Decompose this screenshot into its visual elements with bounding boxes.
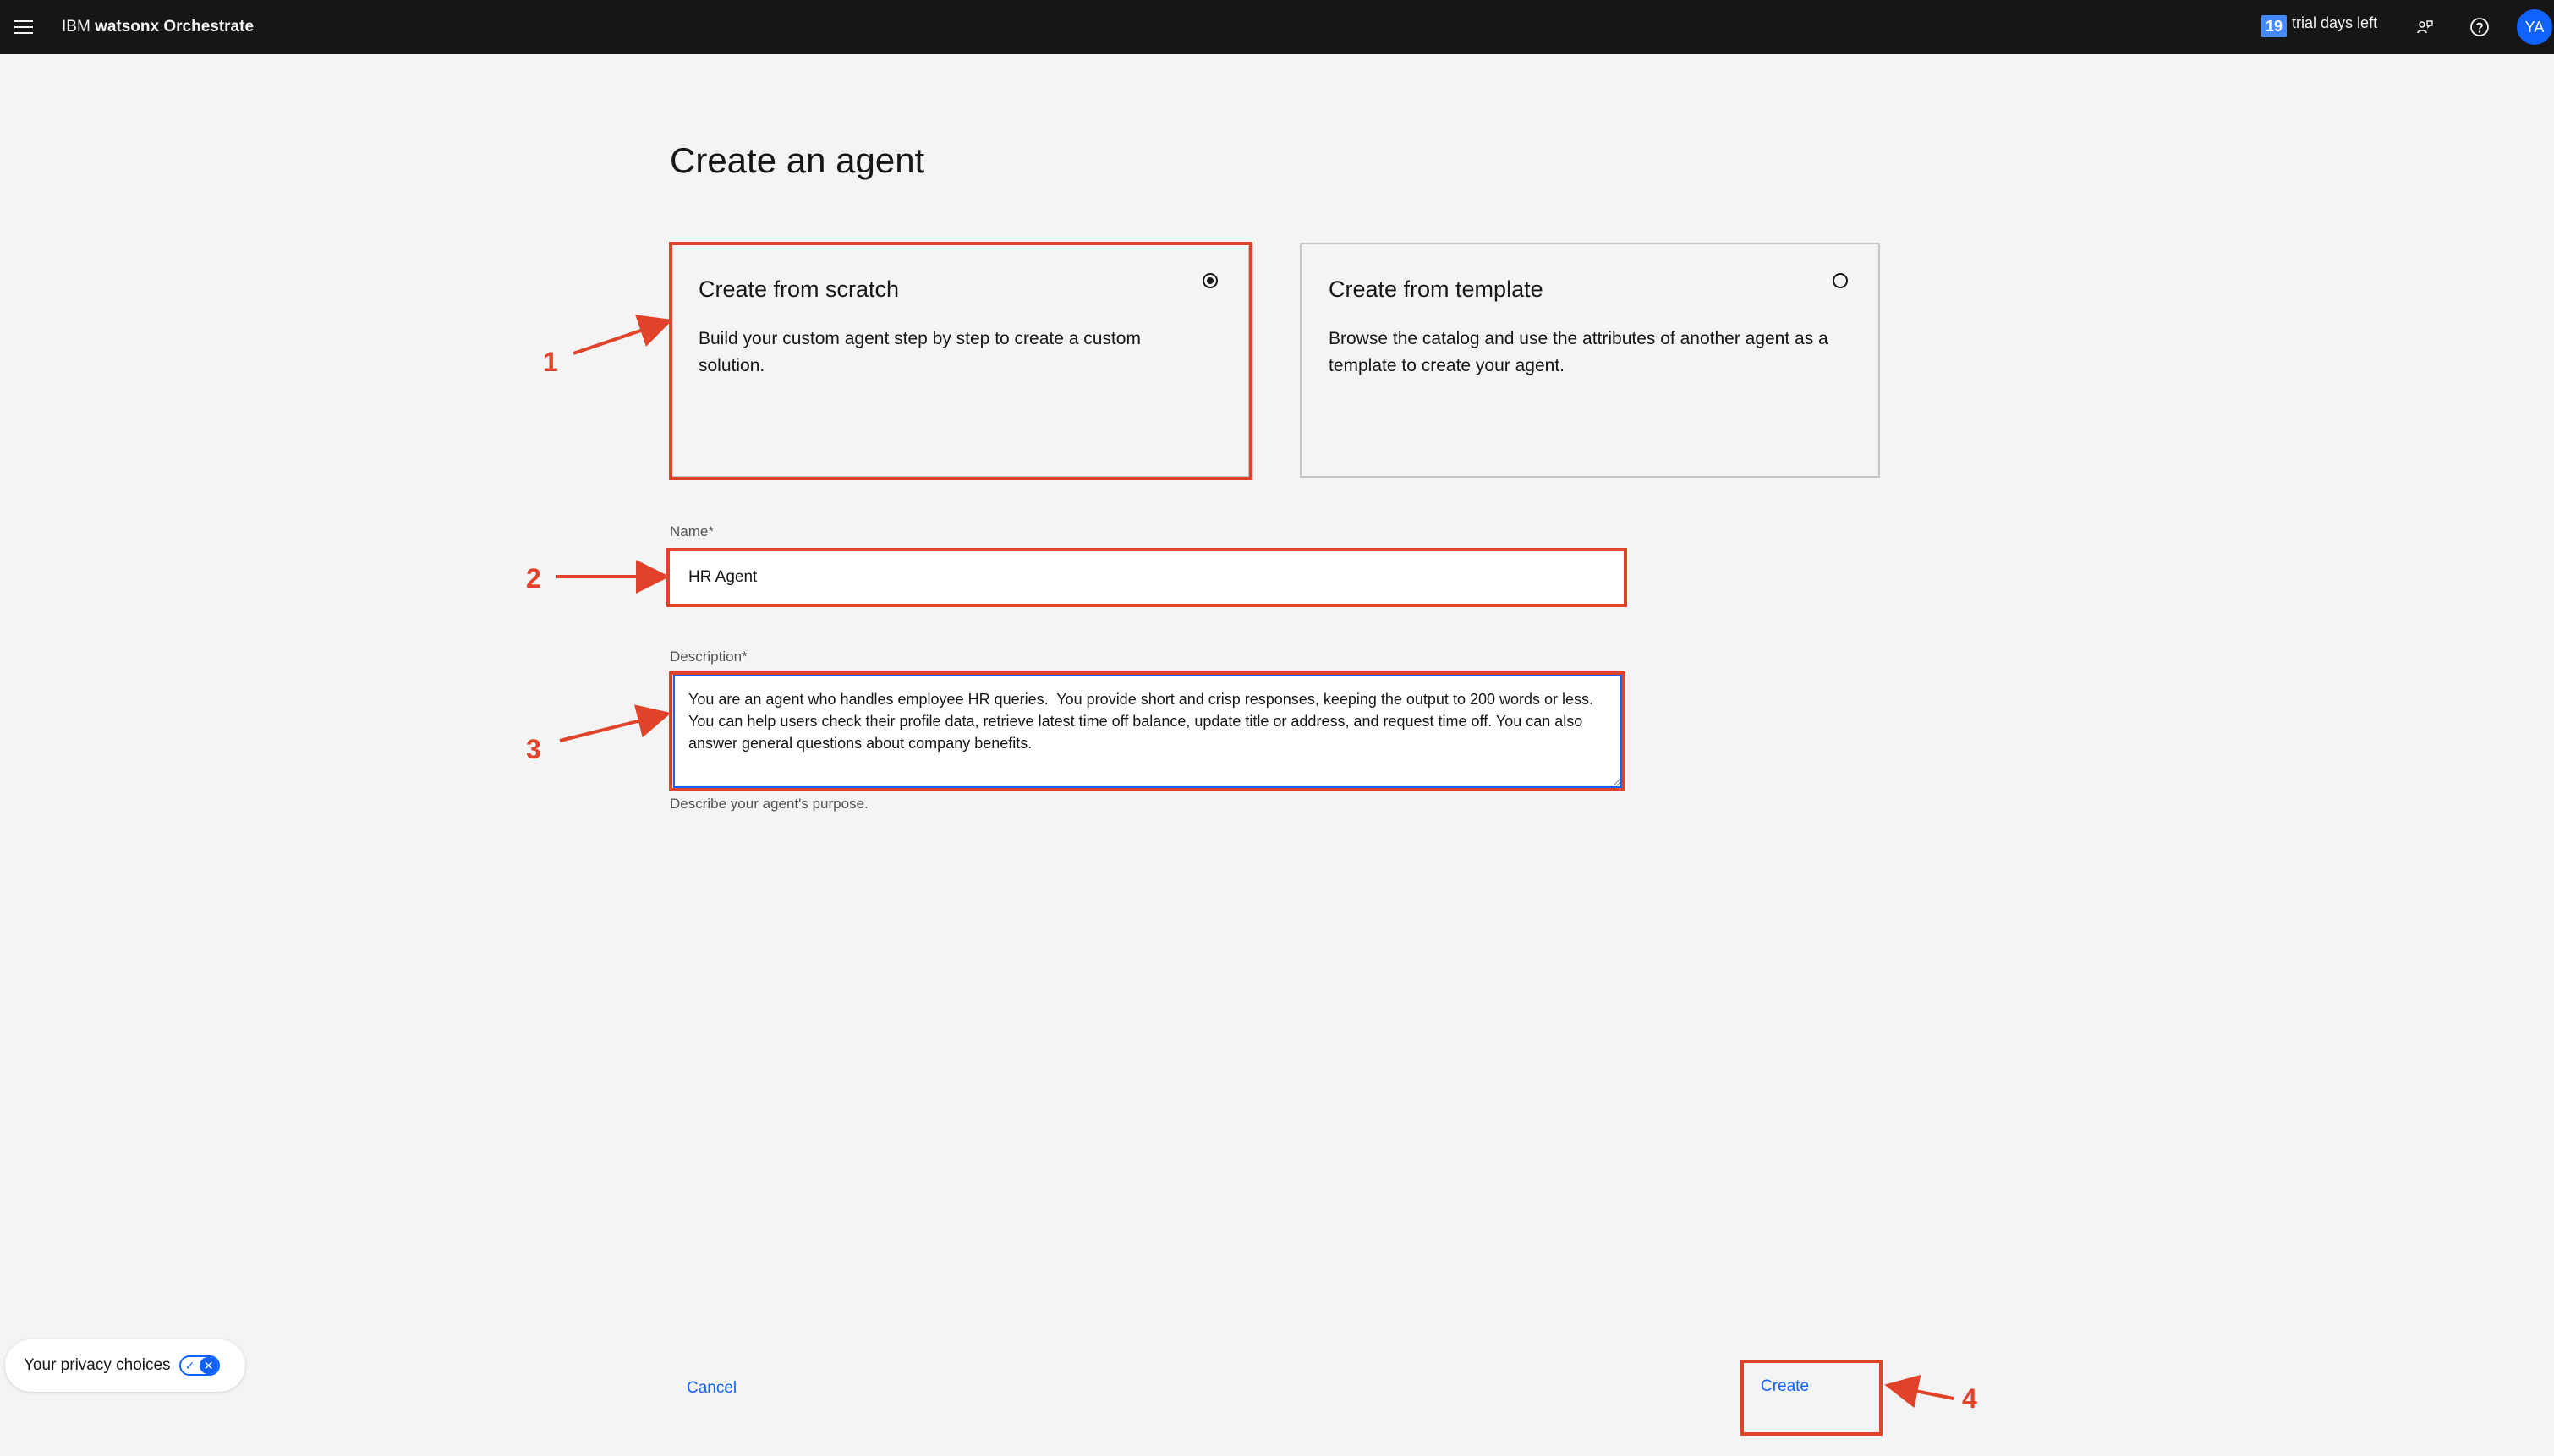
description-textarea[interactable]: You are an agent who handles employee HR… xyxy=(673,675,1622,788)
annotation-arrow-4 xyxy=(1884,1374,1954,1409)
annotation-number-3: 3 xyxy=(526,734,541,764)
name-input[interactable] xyxy=(670,551,1624,604)
page-title: Create an agent xyxy=(670,140,925,180)
annotation-arrow-3 xyxy=(559,704,671,742)
menu-icon[interactable] xyxy=(7,10,41,44)
option-description: Browse the catalog and use the attribute… xyxy=(1329,329,1828,375)
menu-icon-line xyxy=(14,26,33,28)
help-icon[interactable] xyxy=(2463,10,2496,44)
radio-unselected-icon[interactable] xyxy=(1833,273,1848,288)
option-title: Create from scratch xyxy=(699,276,900,302)
privacy-toggle-icon: ✓ ✕ xyxy=(178,1355,220,1376)
annotation-number-2: 2 xyxy=(526,563,541,594)
radio-dot xyxy=(1207,277,1214,284)
cancel-button[interactable]: Cancel xyxy=(670,1361,771,1415)
option-create-from-template[interactable]: Create from template Browse the catalog … xyxy=(1300,243,1880,478)
trial-days-label: trial days left xyxy=(2292,14,2378,31)
option-description: Build your custom agent step by step to … xyxy=(699,329,1141,375)
check-icon: ✓ xyxy=(180,1357,200,1374)
annotation-arrow-1 xyxy=(573,315,673,355)
privacy-choices-button[interactable]: Your privacy choices ✓ ✕ xyxy=(5,1339,245,1392)
trial-days-count: 19 xyxy=(2261,15,2288,37)
product-name[interactable]: IBM watsonx Orchestrate xyxy=(62,16,254,38)
option-title: Create from template xyxy=(1329,276,1543,302)
brand-product: watsonx Orchestrate xyxy=(95,18,255,36)
switcher-icon[interactable] xyxy=(2409,10,2442,44)
top-header: IBM watsonx Orchestrate 19 trial days le… xyxy=(0,0,2554,54)
user-avatar[interactable]: YA xyxy=(2517,9,2552,45)
brand-prefix: IBM xyxy=(62,18,96,36)
create-button[interactable]: Create xyxy=(1744,1361,1879,1436)
annotation-number-4: 4 xyxy=(1962,1383,1977,1414)
name-label: Name* xyxy=(670,523,714,539)
help-icon-glyph xyxy=(2470,18,2489,36)
description-label: Description* xyxy=(670,649,748,665)
menu-icon-line xyxy=(14,20,33,22)
annotation-number-1: 1 xyxy=(543,347,558,377)
trial-indicator[interactable]: 19 trial days left xyxy=(2261,14,2377,39)
radio-selected-icon[interactable] xyxy=(1203,273,1218,288)
close-icon: ✕ xyxy=(199,1357,218,1374)
switcher-icon-glyph xyxy=(2417,20,2433,34)
description-helper-text: Describe your agent's purpose. xyxy=(670,796,869,812)
option-create-from-scratch[interactable]: Create from scratch Build your custom ag… xyxy=(670,243,1250,478)
privacy-choices-label: Your privacy choices xyxy=(24,1356,171,1374)
menu-icon-line xyxy=(14,32,33,34)
